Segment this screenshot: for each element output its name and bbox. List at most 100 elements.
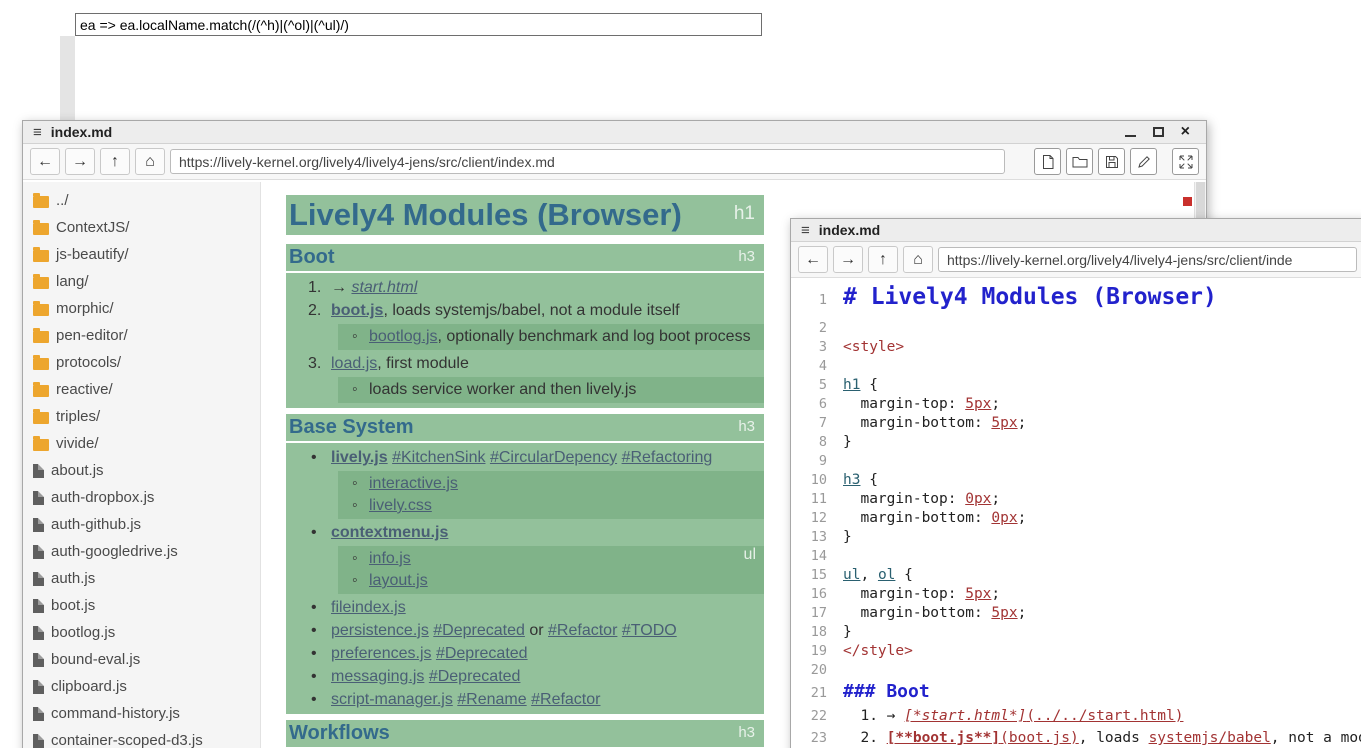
file-item-file[interactable]: container-scoped-d3.js [23,727,260,748]
file-item-folder[interactable]: pen-editor/ [23,322,260,349]
doc-link[interactable]: #Deprecated [429,668,521,685]
file-item-file[interactable]: auth-github.js [23,511,260,538]
doc-link[interactable]: #TODO [622,622,677,639]
home-button[interactable]: ⌂ [903,246,933,273]
doc-link[interactable]: lively.js [331,449,388,466]
code-line[interactable]: 4 [791,358,1361,377]
code-line[interactable]: 3<style> [791,339,1361,358]
file-item-folder[interactable]: ContextJS/ [23,214,260,241]
doc-link[interactable]: preferences.js [331,645,432,662]
code-line[interactable]: 23 2. [**boot.js**](boot.js), loads syst… [791,730,1361,748]
code-line[interactable]: 10h3 { [791,472,1361,491]
code-line[interactable]: 21### Boot [791,681,1361,708]
doc-link[interactable]: #Rename [457,691,526,708]
doc-link[interactable]: interactive.js [369,475,458,492]
code-line[interactable]: 2 [791,320,1361,339]
doc-link[interactable]: layout.js [369,572,428,589]
expand-button[interactable] [1172,148,1199,175]
doc-link[interactable]: #Deprecated [436,645,528,662]
code-line[interactable]: 6 margin-top: 5px; [791,396,1361,415]
list-marker: ◦ [352,326,358,348]
file-item-file[interactable]: bootlog.js [23,619,260,646]
element-tag-label: h3 [738,244,755,270]
doc-link[interactable]: fileindex.js [331,599,406,616]
file-item-folder[interactable]: morphic/ [23,295,260,322]
window-menu-icon[interactable]: ≡ [801,222,810,239]
file-item-folder[interactable]: triples/ [23,403,260,430]
doc-link[interactable]: messaging.js [331,668,424,685]
doc-link[interactable]: lively.css [369,497,432,514]
code-line[interactable]: 7 margin-bottom: 5px; [791,415,1361,434]
left-url-input[interactable] [170,149,1005,174]
doc-link[interactable]: #Refactor [531,691,600,708]
file-item-folder[interactable]: ../ [23,187,260,214]
save-button[interactable] [1098,148,1125,175]
file-item-folder[interactable]: vivide/ [23,430,260,457]
file-item-file[interactable]: auth-dropbox.js [23,484,260,511]
element-filter-input[interactable] [75,13,762,36]
code-line[interactable]: 13} [791,529,1361,548]
code-line[interactable]: 11 margin-top: 0px; [791,491,1361,510]
doc-link[interactable]: #Refactor [548,622,617,639]
minimize-button[interactable] [1125,128,1136,137]
code-line[interactable]: 14 [791,548,1361,567]
code-line[interactable]: 9 [791,453,1361,472]
code-line[interactable]: 16 margin-top: 5px; [791,586,1361,605]
right-titlebar[interactable]: ≡ index.md [791,219,1361,242]
doc-link[interactable]: boot.js [331,302,383,319]
file-item-file[interactable]: auth-googledrive.js [23,538,260,565]
doc-link[interactable]: bootlog.js [369,328,438,345]
doc-link[interactable]: start.html [351,279,417,296]
file-item-file[interactable]: bound-eval.js [23,646,260,673]
folder-icon [33,412,49,424]
file-item-file[interactable]: clipboard.js [23,673,260,700]
code-line[interactable]: 12 margin-bottom: 0px; [791,510,1361,529]
file-item-file[interactable]: boot.js [23,592,260,619]
home-button[interactable]: ⌂ [135,148,165,175]
list-marker: • [311,642,317,665]
back-button[interactable]: ← [30,148,60,175]
close-button[interactable]: × [1181,124,1190,140]
doc-link[interactable]: load.js [331,355,377,372]
doc-link[interactable]: #CircularDepency [490,449,617,466]
code-line[interactable]: 5h1 { [791,377,1361,396]
doc-link[interactable]: #Refactoring [622,449,713,466]
file-item-folder[interactable]: js-beautify/ [23,241,260,268]
up-button[interactable]: ↑ [868,246,898,273]
file-item-folder[interactable]: lang/ [23,268,260,295]
code-line[interactable]: 20 [791,662,1361,681]
window-menu-icon[interactable]: ≡ [33,124,42,141]
code-line[interactable]: 1# Lively4 Modules (Browser) [791,284,1361,320]
code-line[interactable]: 18} [791,624,1361,643]
browse-folder-button[interactable] [1066,148,1093,175]
file-item-folder[interactable]: reactive/ [23,376,260,403]
file-item-folder[interactable]: protocols/ [23,349,260,376]
file-item-file[interactable]: auth.js [23,565,260,592]
up-button[interactable]: ↑ [100,148,130,175]
file-item-file[interactable]: about.js [23,457,260,484]
doc-link[interactable]: #Deprecated [433,622,525,639]
back-button[interactable]: ← [798,246,828,273]
doc-link[interactable]: #KitchenSink [392,449,485,466]
forward-button[interactable]: → [833,246,863,273]
left-titlebar[interactable]: ≡ index.md × [23,121,1206,144]
doc-link[interactable]: contextmenu.js [331,524,448,541]
right-url-input[interactable] [938,247,1357,272]
nested-list-highlight: ◦info.js◦layout.jsul [338,546,764,594]
doc-link[interactable]: info.js [369,550,411,567]
code-editor[interactable]: 1# Lively4 Modules (Browser)2 3<style>4 … [791,280,1361,748]
code-line[interactable]: 15ul, ol { [791,567,1361,586]
code-token: </style> [843,643,913,659]
list-item: ◦loads service worker and then lively.js [338,379,764,401]
code-line[interactable]: 19</style> [791,643,1361,662]
edit-button[interactable] [1130,148,1157,175]
code-line[interactable]: 22 1. → [*start.html*](../../start.html) [791,708,1361,730]
doc-link[interactable]: persistence.js [331,622,429,639]
doc-link[interactable]: script-manager.js [331,691,453,708]
forward-button[interactable]: → [65,148,95,175]
file-item-file[interactable]: command-history.js [23,700,260,727]
new-file-button[interactable] [1034,148,1061,175]
maximize-button[interactable] [1153,127,1164,137]
code-line[interactable]: 8} [791,434,1361,453]
code-line[interactable]: 17 margin-bottom: 5px; [791,605,1361,624]
